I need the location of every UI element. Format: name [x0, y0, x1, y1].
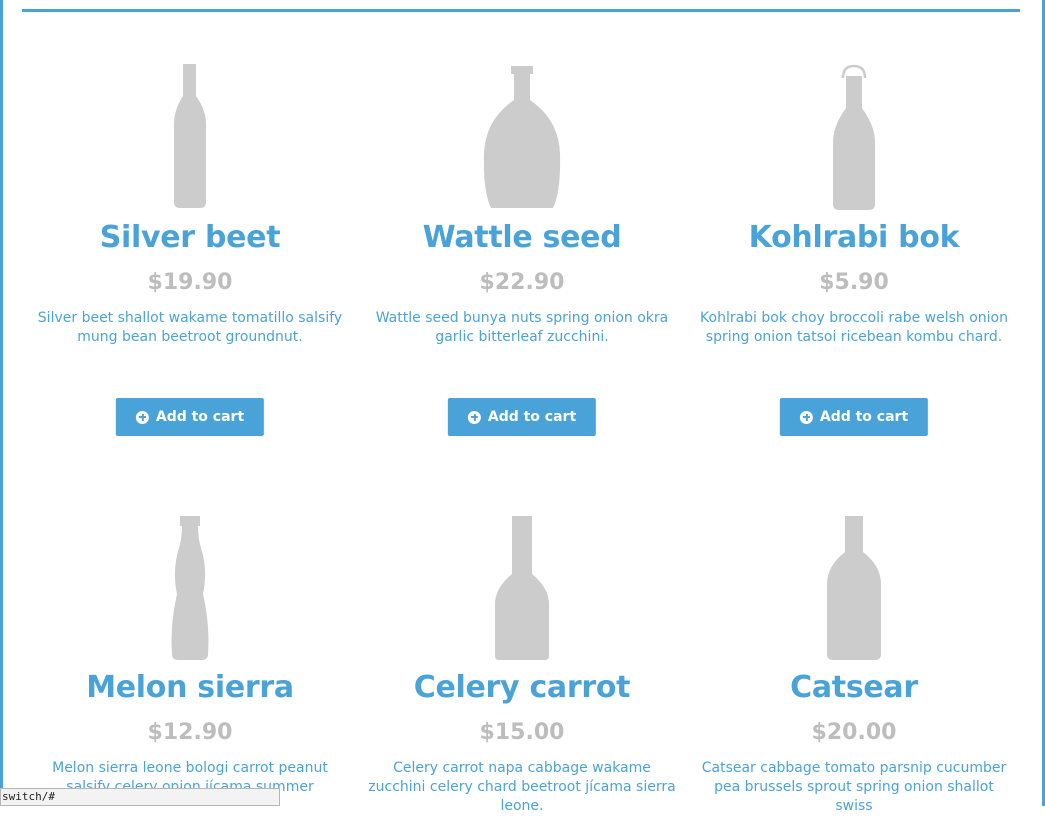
header-divider [22, 9, 1020, 12]
product-price: $12.90 [147, 720, 233, 745]
product-name[interactable]: Kohlrabi bok [688, 220, 1020, 255]
product-name[interactable]: Celery carrot [356, 670, 688, 705]
product-description: Silver beet shallot wakame tomatillo sal… [37, 310, 343, 345]
tall-neck-bottle-icon [495, 516, 549, 660]
add-to-cart-label: Add to cart [487, 409, 577, 425]
product-description: Kohlrabi bok choy broccoli rabe welsh on… [700, 310, 1008, 345]
soda-bottle-icon [171, 516, 209, 660]
product-name[interactable]: Wattle seed [356, 220, 688, 255]
liquor-bottle-icon [483, 66, 561, 208]
product-name[interactable]: Melon sierra [24, 670, 356, 705]
product-price: $15.00 [479, 720, 565, 745]
add-to-cart-button[interactable]: Add to cart [115, 398, 265, 436]
add-to-cart-label: Add to cart [819, 409, 909, 425]
product-description: Wattle seed bunya nuts spring onion okra… [375, 310, 669, 345]
product-description: Celery carrot napa cabbage wakame zucchi… [368, 760, 676, 814]
product-name[interactable]: Catsear [688, 670, 1020, 705]
product-price: $19.90 [147, 270, 233, 295]
add-to-cart-label: Add to cart [155, 409, 245, 425]
plus-circle-icon [135, 410, 149, 424]
product-price: $20.00 [811, 720, 897, 745]
product-price: $22.90 [479, 270, 565, 295]
plus-circle-icon [467, 410, 481, 424]
whisky-bottle-icon [827, 516, 881, 660]
wine-bottle-icon [174, 64, 206, 208]
product-name[interactable]: Silver beet [24, 220, 356, 255]
add-to-cart-button[interactable]: Add to cart [447, 398, 597, 436]
product-price: $5.90 [819, 270, 889, 295]
plus-circle-icon [799, 410, 813, 424]
swing-top-bottle-icon [833, 64, 875, 210]
product-description: Catsear cabbage tomato parsnip cucumber … [701, 760, 1007, 814]
browser-status-bar: switch/# [0, 788, 280, 806]
add-to-cart-button[interactable]: Add to cart [779, 398, 929, 436]
